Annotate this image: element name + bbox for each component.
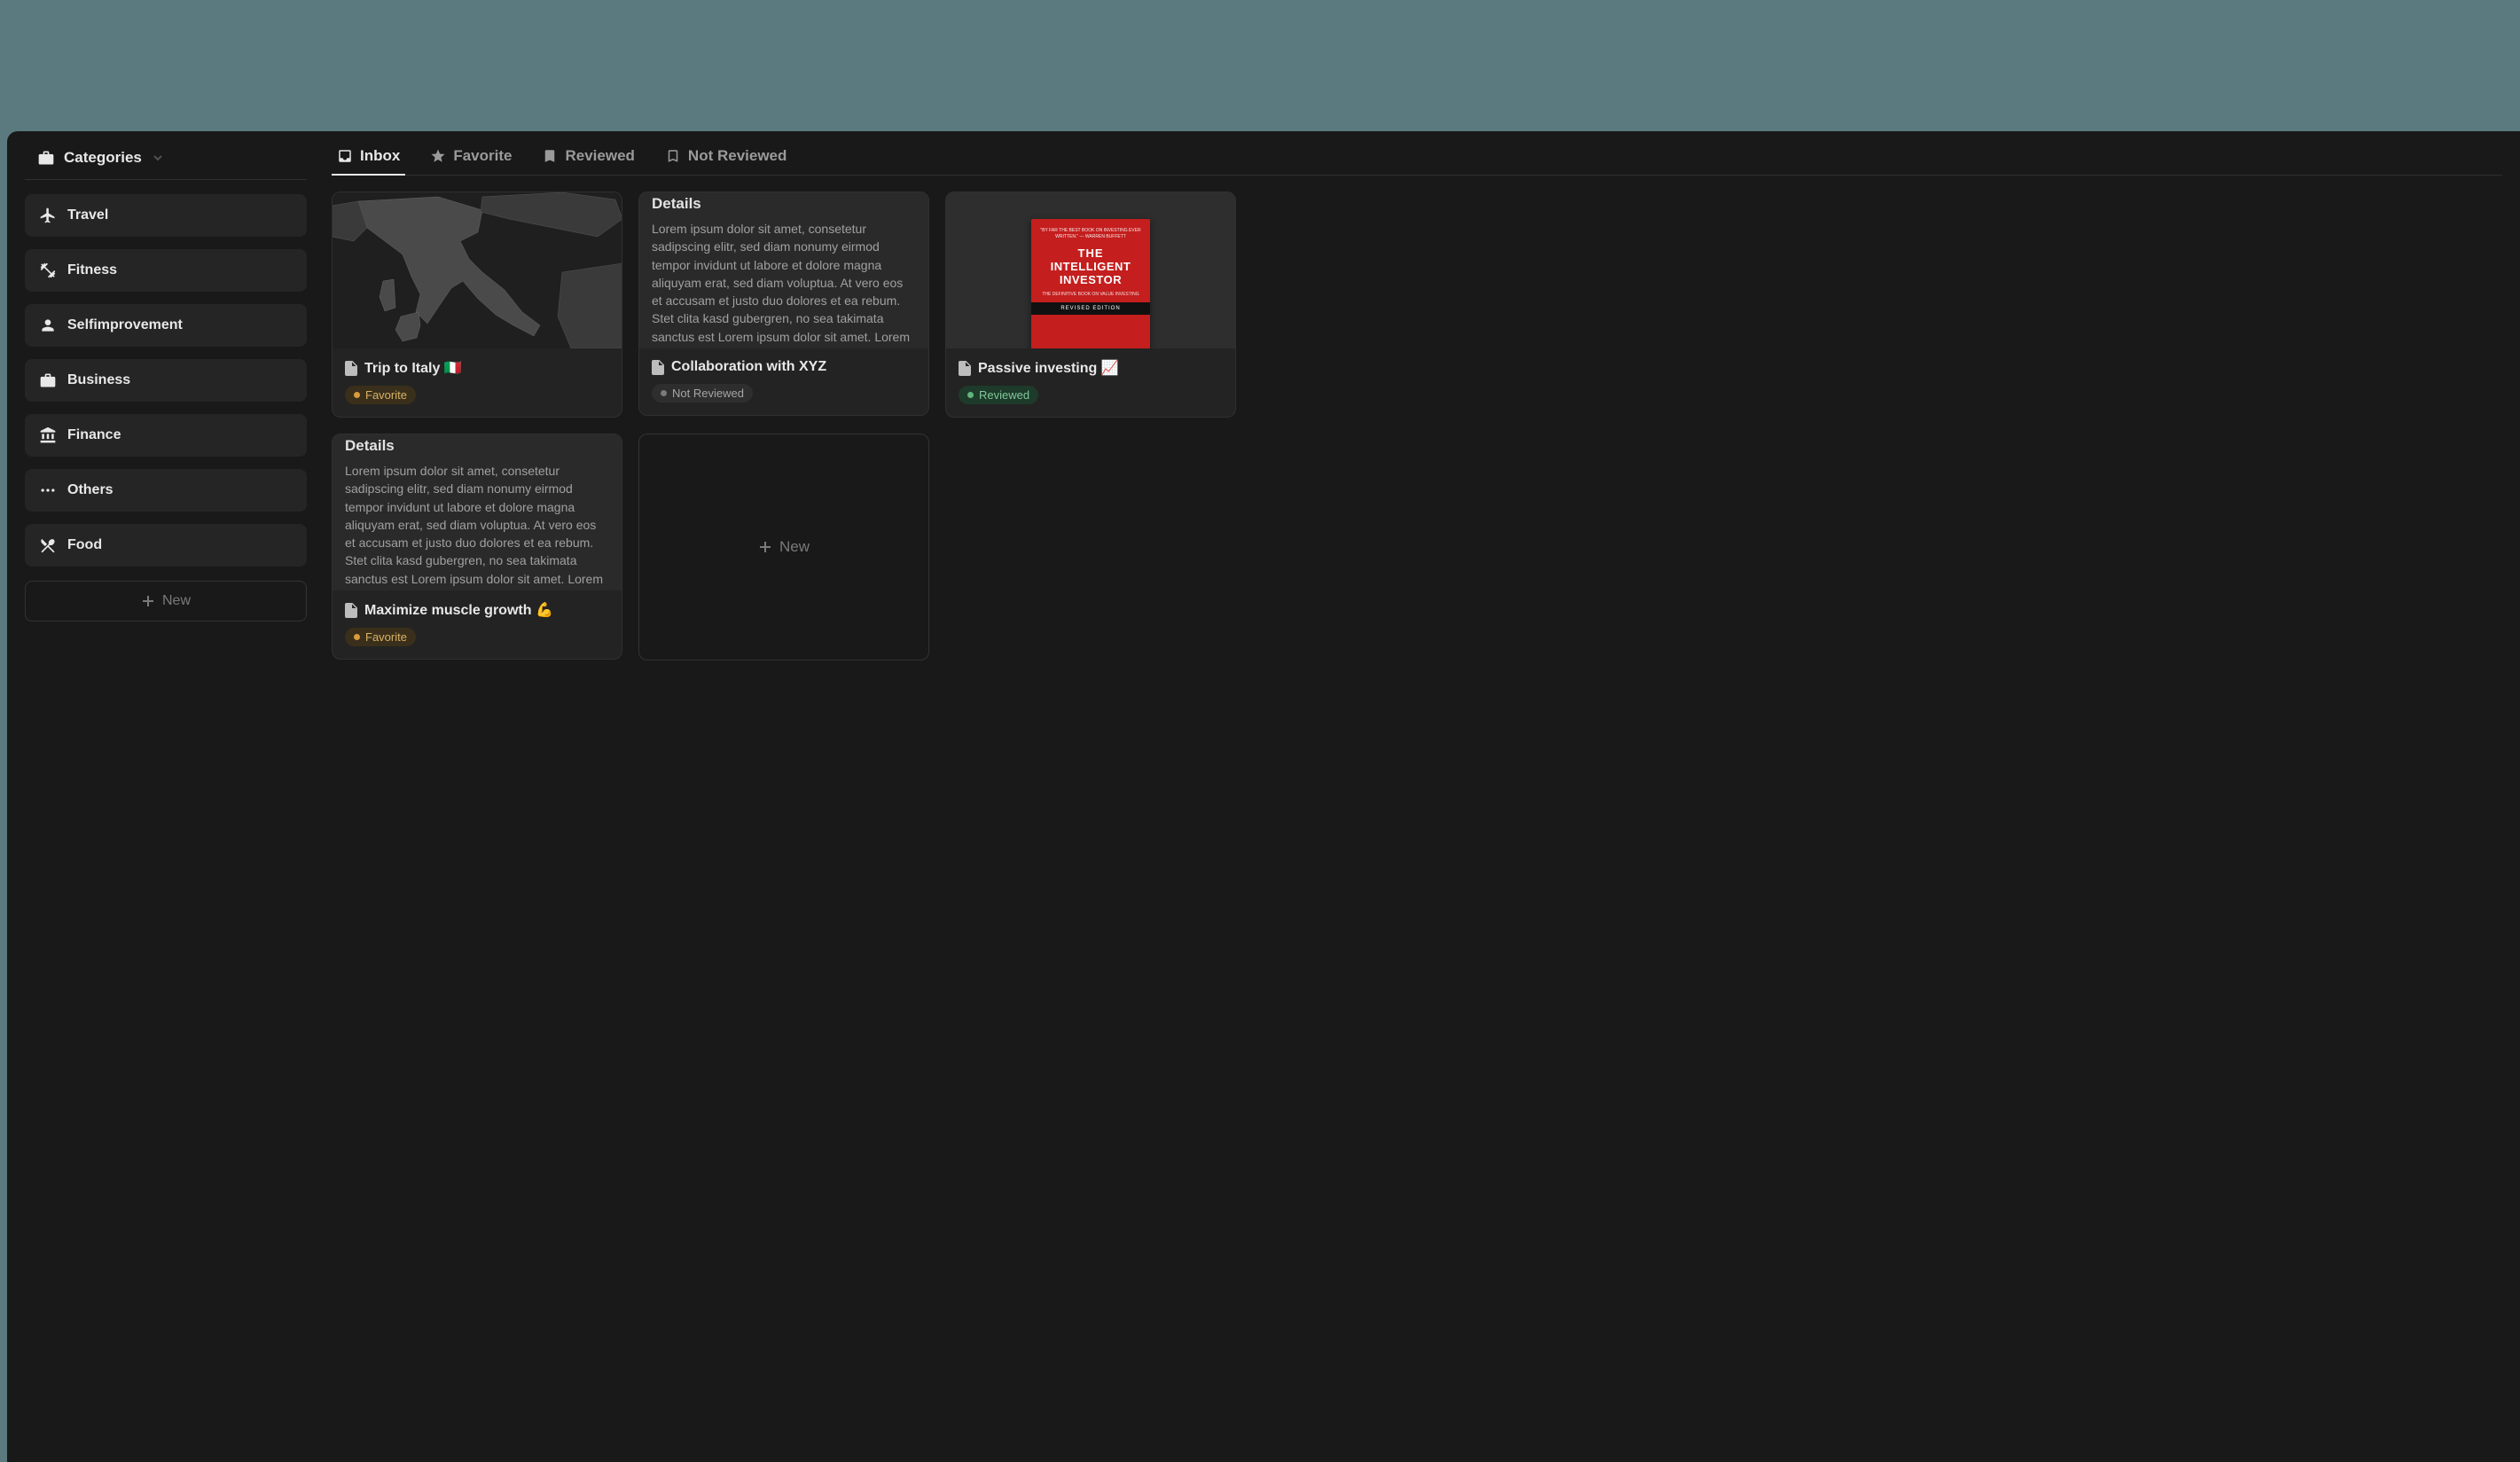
document-icon <box>345 603 357 618</box>
sidebar-item-food[interactable]: Food <box>25 524 307 567</box>
badge-dot <box>967 392 974 398</box>
status-badge-not-reviewed: Not Reviewed <box>652 384 753 403</box>
card-body: Trip to Italy 🇮🇹 Favorite <box>333 348 622 417</box>
book-title-the: THE <box>1040 246 1141 260</box>
badge-dot <box>661 390 667 396</box>
tab-label: Not Reviewed <box>688 147 787 165</box>
tab-not-reviewed[interactable]: Not Reviewed <box>660 144 792 176</box>
new-category-label: New <box>162 593 191 609</box>
badge-label: Favorite <box>365 388 407 402</box>
inbox-icon <box>337 148 353 164</box>
details-heading: Details <box>652 195 701 213</box>
card-cover-text: Details Lorem ipsum dolor sit amet, cons… <box>639 192 928 348</box>
categories-header[interactable]: Categories <box>25 144 307 180</box>
card-trip-italy[interactable]: Trip to Italy 🇮🇹 Favorite <box>332 192 622 418</box>
card-passive-investing[interactable]: "BY FAR THE BEST BOOK ON INVESTING EVER … <box>945 192 1236 418</box>
sidebar-item-label: Fitness <box>67 262 117 278</box>
sidebar-item-others[interactable]: Others <box>25 469 307 512</box>
tab-inbox[interactable]: Inbox <box>332 144 405 176</box>
categories-header-label: Categories <box>64 149 142 167</box>
card-title: Collaboration with XYZ <box>671 359 826 375</box>
utensils-icon <box>39 536 57 554</box>
book-bar: REVISED EDITION <box>1031 302 1150 315</box>
tab-label: Favorite <box>453 147 512 165</box>
document-icon <box>652 360 664 375</box>
sidebar-item-fitness[interactable]: Fitness <box>25 249 307 292</box>
tab-favorite[interactable]: Favorite <box>425 144 517 176</box>
main-content: Inbox Favorite Reviewed Not Reviewed <box>332 144 2502 1444</box>
status-badge-reviewed: Reviewed <box>959 386 1038 404</box>
briefcase-icon <box>37 149 55 167</box>
card-cover-book: "BY FAR THE BEST BOOK ON INVESTING EVER … <box>946 192 1235 348</box>
airplane-icon <box>39 207 57 224</box>
sidebar-item-label: Selfimprovement <box>67 317 183 333</box>
briefcase-icon <box>39 371 57 389</box>
badge-dot <box>354 392 360 398</box>
bookmark-icon <box>542 148 558 164</box>
new-category-button[interactable]: New <box>25 581 307 622</box>
sidebar-item-selfimprovement[interactable]: Selfimprovement <box>25 304 307 347</box>
card-collaboration[interactable]: Details Lorem ipsum dolor sit amet, cons… <box>638 192 929 416</box>
book-tagline: "BY FAR THE BEST BOOK ON INVESTING EVER … <box>1040 228 1141 239</box>
card-muscle-growth[interactable]: Details Lorem ipsum dolor sit amet, cons… <box>332 434 622 660</box>
details-heading: Details <box>345 437 395 455</box>
sidebar-item-label: Finance <box>67 427 121 443</box>
tab-reviewed[interactable]: Reviewed <box>536 144 639 176</box>
book-cover: "BY FAR THE BEST BOOK ON INVESTING EVER … <box>1031 219 1150 348</box>
card-body: Collaboration with XYZ Not Reviewed <box>639 348 928 415</box>
sidebar: Categories Travel Fitness Selfimprovemen… <box>25 144 307 1444</box>
star-icon <box>430 148 446 164</box>
status-badge-favorite: Favorite <box>345 386 416 404</box>
bookmark-outline-icon <box>665 148 681 164</box>
plus-icon <box>141 594 155 608</box>
plus-icon <box>758 540 772 554</box>
details-body: Lorem ipsum dolor sit amet, consetetur s… <box>652 220 916 346</box>
card-body: Passive investing 📈 Reviewed <box>946 348 1235 417</box>
card-title: Passive investing 📈 <box>978 359 1119 377</box>
sidebar-item-travel[interactable]: Travel <box>25 194 307 237</box>
badge-label: Reviewed <box>979 388 1029 402</box>
dots-icon <box>39 481 57 499</box>
sidebar-item-finance[interactable]: Finance <box>25 414 307 457</box>
book-title-main2: INVESTOR <box>1040 273 1141 286</box>
sidebar-item-label: Food <box>67 537 102 553</box>
tabs: Inbox Favorite Reviewed Not Reviewed <box>332 144 2502 176</box>
status-badge-favorite: Favorite <box>345 628 416 646</box>
app-window: Categories Travel Fitness Selfimprovemen… <box>7 131 2520 1462</box>
tab-label: Reviewed <box>565 147 634 165</box>
sidebar-item-label: Others <box>67 482 113 498</box>
card-title: Maximize muscle growth 💪 <box>364 601 553 619</box>
document-icon <box>959 361 971 376</box>
badge-label: Favorite <box>365 630 407 644</box>
sidebar-item-label: Travel <box>67 207 108 223</box>
card-grid: Trip to Italy 🇮🇹 Favorite Details Lorem … <box>332 192 2502 661</box>
user-icon <box>39 317 57 334</box>
document-icon <box>345 361 357 376</box>
card-title: Trip to Italy 🇮🇹 <box>364 359 462 377</box>
badge-label: Not Reviewed <box>672 387 744 400</box>
dumbbell-icon <box>39 262 57 279</box>
chevron-down-icon <box>153 152 163 163</box>
card-cover-map <box>333 192 622 348</box>
tab-label: Inbox <box>360 147 400 165</box>
bank-icon <box>39 426 57 444</box>
card-body: Maximize muscle growth 💪 Favorite <box>333 590 622 659</box>
sidebar-item-business[interactable]: Business <box>25 359 307 402</box>
new-card-button[interactable]: New <box>638 434 929 661</box>
sidebar-item-label: Business <box>67 372 130 388</box>
card-cover-text: Details Lorem ipsum dolor sit amet, cons… <box>333 434 622 590</box>
book-title-main1: INTELLIGENT <box>1040 260 1141 273</box>
book-sub: THE DEFINITIVE BOOK ON VALUE INVESTING <box>1040 292 1141 297</box>
details-body: Lorem ipsum dolor sit amet, consetetur s… <box>345 462 609 588</box>
badge-dot <box>354 634 360 640</box>
new-card-label: New <box>779 538 810 556</box>
italy-map-image <box>333 192 622 348</box>
